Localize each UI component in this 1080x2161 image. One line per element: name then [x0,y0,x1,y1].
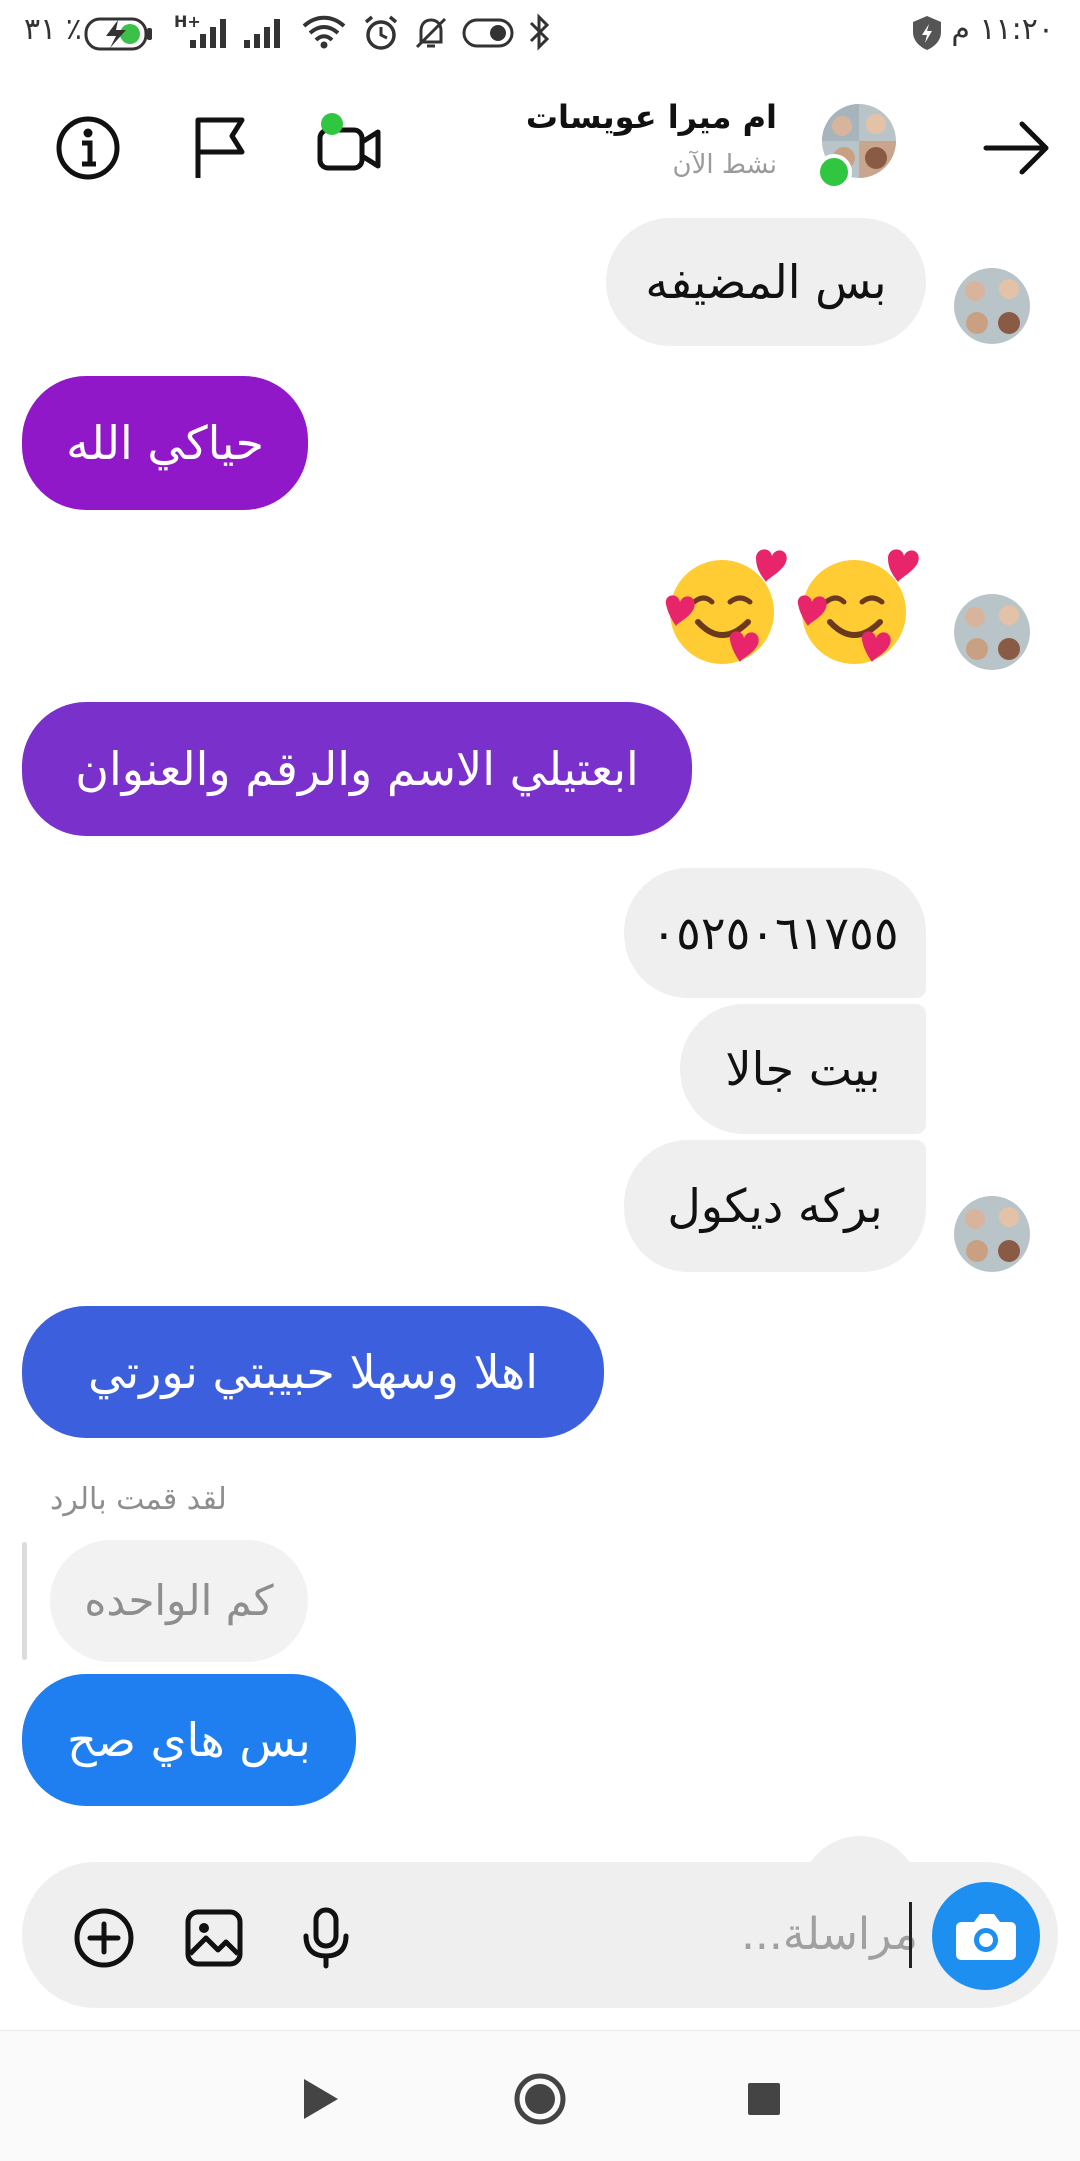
status-time: ١١:٢٠ م [951,12,1054,47]
message-outgoing[interactable]: ابعتيلي الاسم والرقم والعنوان [22,702,692,836]
quoted-message[interactable]: كم الواحده [50,1540,308,1662]
toggle-icon [462,18,514,48]
message-composer: مراسلة... [22,1862,1058,2008]
back-icon[interactable] [290,2069,350,2129]
message-incoming[interactable]: بيت جالا [680,1004,926,1134]
smiling-face-with-hearts-icon[interactable] [660,540,790,670]
message-text: بس هاي صح [67,1713,311,1767]
contact-name[interactable]: ام ميرا عويسات [526,98,777,136]
message-text: بس المضيفه [645,255,887,309]
message-outgoing[interactable]: حياكي الله [22,376,308,510]
mute-bell-icon [415,17,447,49]
signal-2-icon [244,19,280,48]
shield-icon [913,16,941,50]
smiling-face-with-hearts-icon[interactable] [792,540,922,670]
camera-button[interactable] [932,1882,1040,1990]
message-text: ٠٥٢٥٠٦١٧٥٥ [651,906,899,960]
back-arrow-icon[interactable] [978,110,1054,186]
sender-avatar[interactable] [954,594,1030,670]
online-indicator [816,154,852,190]
reply-quote-bar [22,1542,27,1660]
message-text: اهلا وسهلا حبيبتي نورتي [88,1345,538,1399]
text-caret [909,1902,912,1968]
system-nav-bar [0,2030,1080,2161]
camera-icon [956,1914,1016,1960]
message-text: ابعتيلي الاسم والرقم والعنوان [75,742,639,796]
message-text: حياكي الله [66,416,264,470]
chat-header: ام ميرا عويسات نشط الآن [0,88,1080,208]
video-call-icon[interactable] [312,110,388,186]
sender-avatar[interactable] [954,268,1030,344]
plus-icon[interactable] [72,1906,136,1970]
flag-icon[interactable] [182,110,258,186]
message-input[interactable]: مراسلة... [578,1904,918,1966]
reply-label: لقد قمت بالرد [50,1482,227,1517]
home-icon[interactable] [510,2069,570,2129]
microphone-icon[interactable] [294,1906,358,1970]
message-text: بيت جالا [725,1042,881,1096]
contact-status: نشط الآن [672,150,777,180]
message-incoming[interactable]: بس المضيفه [606,218,926,346]
battery-percent: ٣١ ٪ [24,12,82,47]
status-bar: ١١:٢٠ م ٣١ ٪ H+ [0,0,1080,66]
message-outgoing[interactable]: بس هاي صح [22,1674,356,1806]
recents-icon[interactable] [734,2069,794,2129]
sender-avatar[interactable] [954,1196,1030,1272]
quoted-text: كم الواحده [84,1576,274,1625]
wifi-icon [302,15,346,49]
message-incoming[interactable]: ٠٥٢٥٠٦١٧٥٥ [624,868,926,998]
message-text: بركه ديكول [667,1179,883,1233]
signal-1-icon [190,19,226,48]
message-outgoing[interactable]: اهلا وسهلا حبيبتي نورتي [22,1306,604,1438]
message-incoming[interactable]: بركه ديكول [624,1140,926,1272]
battery-charging-icon [84,17,152,51]
bluetooth-icon [529,13,550,51]
gallery-icon[interactable] [182,1906,246,1970]
alarm-icon [364,15,398,50]
info-icon[interactable] [50,110,126,186]
